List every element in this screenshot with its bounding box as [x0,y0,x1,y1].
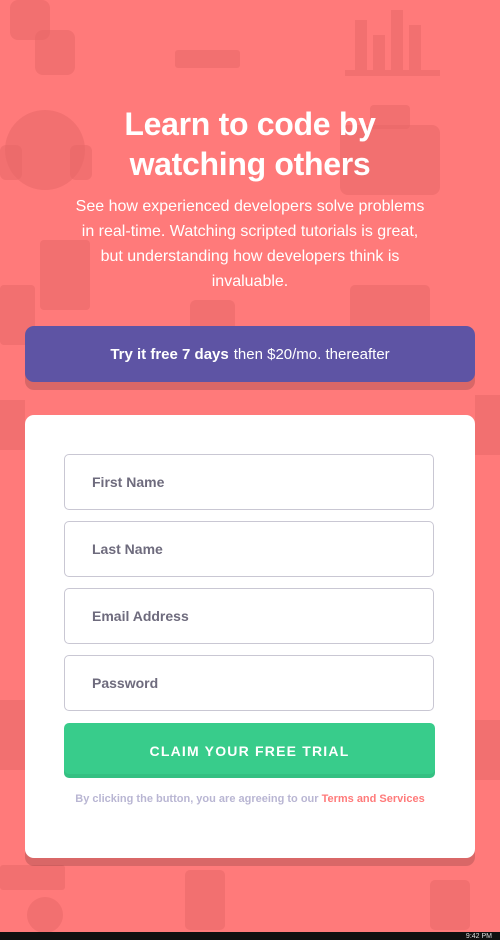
headline-line-1: Learn to code by [124,106,376,143]
first-name-input[interactable] [64,454,434,510]
terms-and-services-link[interactable]: Terms and Services [322,793,425,805]
taskbar-clock: 9:42 PM [465,933,492,940]
intro-paragraph: See how experienced developers solve pro… [75,198,425,290]
email-input[interactable] [64,588,434,644]
banner-emphasis: Try it free 7 days [110,345,229,363]
last-name-input[interactable] [64,521,434,577]
headline-line-2: watching others [129,146,371,183]
terms-text: By clicking the button, you are agreeing… [75,793,319,805]
banner-price-text: then $20/mo. thereafter [233,345,390,363]
signup-form: CLAIM YOUR FREE TRIAL By clicking the bu… [25,415,475,858]
free-trial-banner: Try it free 7 days then $20/mo. thereaft… [25,326,475,382]
claim-free-trial-button[interactable]: CLAIM YOUR FREE TRIAL [64,723,435,778]
password-input[interactable] [64,655,434,711]
taskbar: 9:42 PM [0,932,500,940]
page-headline: Learn to code by watching others [40,104,460,184]
terms-notice: By clicking the button, you are agreeing… [25,793,475,805]
